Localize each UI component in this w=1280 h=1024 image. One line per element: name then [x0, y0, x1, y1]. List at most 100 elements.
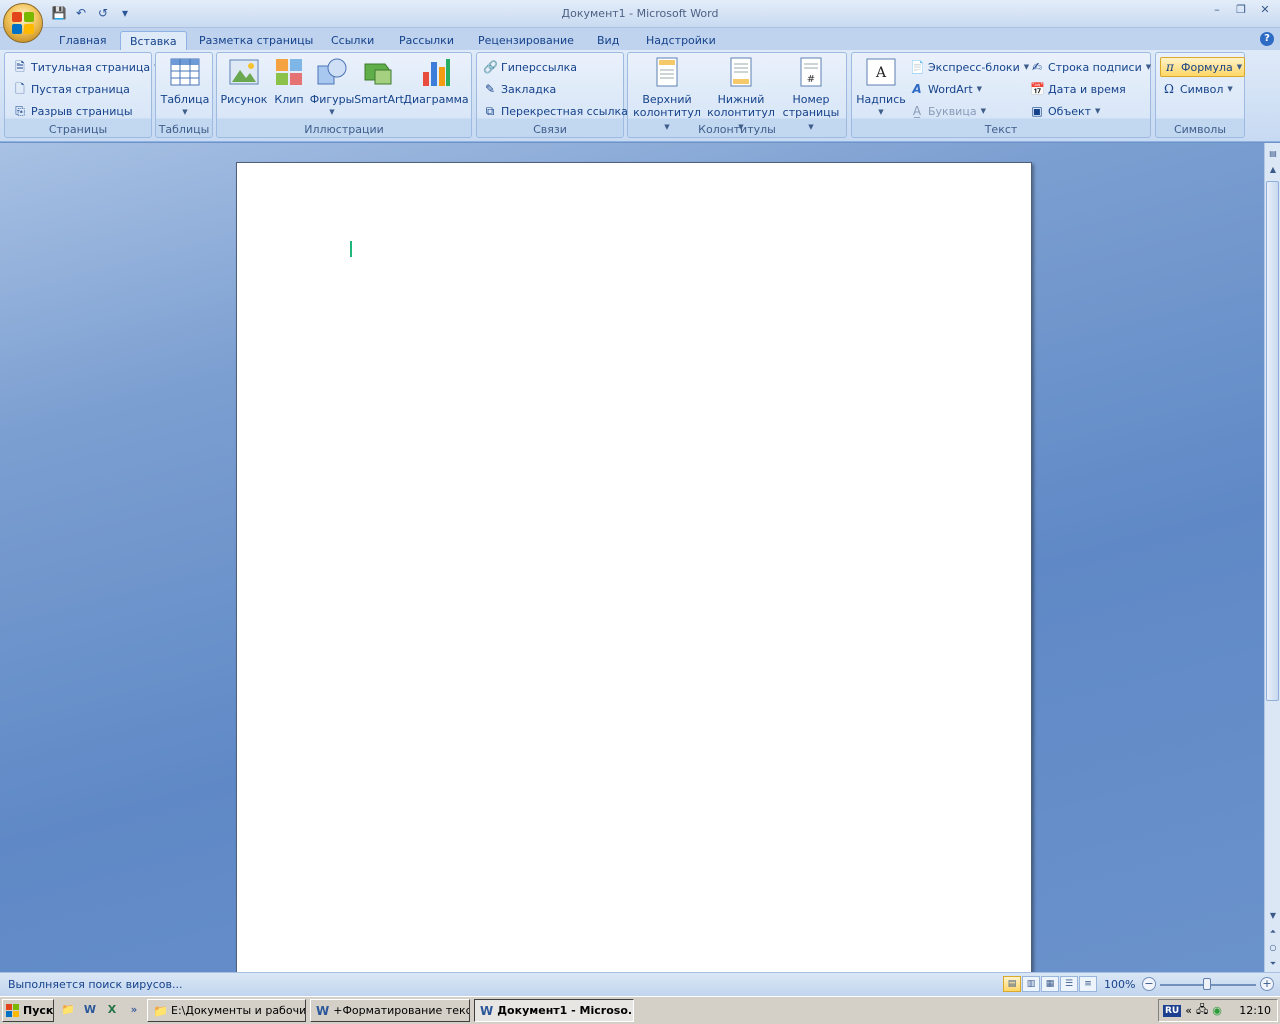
minimize-button[interactable]: – — [1206, 2, 1228, 18]
clock[interactable]: 12:10 — [1239, 1004, 1277, 1017]
word-icon[interactable]: W — [82, 1002, 98, 1018]
page-break-button[interactable]: ⎘ Разрыв страницы — [13, 101, 132, 121]
blank-page-button[interactable]: 🗋 Пустая страница — [13, 79, 130, 99]
vertical-scrollbar[interactable]: ▤ ▲ ▼ ⏶ ○ ⏷ — [1264, 143, 1280, 972]
clip-art-icon — [276, 59, 302, 85]
dropdown-arrow-icon: ▼ — [976, 85, 983, 93]
bookmark-button[interactable]: ✎ Закладка — [483, 79, 556, 99]
zoom-slider-thumb[interactable] — [1203, 978, 1211, 990]
clip-art-button[interactable]: Клип — [271, 56, 307, 106]
tab-page-layout[interactable]: Разметка страницы — [190, 31, 322, 50]
picture-button[interactable]: Рисунок — [221, 56, 267, 106]
cross-reference-button[interactable]: ⧉ Перекрестная ссылка — [483, 101, 628, 121]
footer-label-line2: колонтитул — [707, 106, 775, 119]
outline-view-icon[interactable]: ☰ — [1060, 976, 1078, 992]
tab-review[interactable]: Рецензирование — [469, 31, 583, 50]
excel-icon[interactable]: X — [104, 1002, 120, 1018]
chart-label: Диаграмма — [403, 93, 469, 106]
window-title: Документ1 - Microsoft Word — [561, 7, 719, 20]
smartart-button[interactable]: SmartArt — [354, 56, 404, 106]
page-break-icon: ⎘ — [15, 104, 25, 118]
taskbar-item-explorer[interactable]: 📁 E:\Документы и рабочи... — [147, 999, 306, 1022]
taskbar-item-word-document1[interactable]: W Документ1 - Microso... — [474, 999, 634, 1022]
chevron-right-icon[interactable]: » — [126, 1002, 142, 1018]
tab-references[interactable]: Ссылки — [322, 31, 383, 50]
scroll-thumb[interactable] — [1266, 181, 1279, 701]
hyperlink-icon: 🔗 — [483, 60, 498, 74]
smartart-icon — [364, 63, 392, 85]
quick-parts-button[interactable]: 📄 Экспресс-блоки ▼ — [910, 57, 1029, 77]
table-button[interactable]: Таблица ▼ — [160, 56, 210, 119]
shapes-button[interactable]: Фигуры ▼ — [310, 56, 354, 119]
group-label-symbols: Символы — [1173, 123, 1227, 136]
textbox-button[interactable]: A Надпись ▼ — [856, 56, 906, 119]
omega-icon: Ω — [1164, 82, 1174, 96]
zoom-level[interactable]: 100% — [1104, 978, 1135, 991]
next-page-icon[interactable]: ⏷ — [1266, 957, 1280, 971]
close-button[interactable]: ✕ — [1254, 2, 1276, 18]
web-layout-view-icon[interactable]: ▦ — [1041, 976, 1059, 992]
full-screen-reading-view-icon[interactable]: ▥ — [1022, 976, 1040, 992]
drop-cap-button[interactable]: A̲ Буквица ▼ — [910, 101, 986, 121]
tab-view[interactable]: Вид — [588, 31, 628, 50]
smartart-label: SmartArt — [354, 93, 404, 106]
browse-object-icon[interactable]: ○ — [1266, 941, 1280, 955]
object-label: Объект — [1048, 104, 1092, 118]
chart-icon — [423, 59, 450, 86]
folder-icon: 📁 — [153, 1003, 168, 1018]
zoom-in-icon[interactable]: + — [1260, 977, 1274, 991]
tab-mailings[interactable]: Рассылки — [390, 31, 463, 50]
page-number-label-line2: страницы — [782, 106, 840, 119]
windows-logo-icon — [6, 1003, 20, 1018]
previous-page-icon[interactable]: ⏶ — [1266, 925, 1280, 939]
taskbar-item-word-formatting[interactable]: W +Форматирование текс... — [310, 999, 470, 1022]
ruler-toggle-icon[interactable]: ▤ — [1266, 147, 1280, 161]
status-message: Выполняется поиск вирусов... — [8, 978, 183, 991]
help-icon[interactable]: ? — [1260, 32, 1274, 46]
quick-parts-icon: 📄 — [910, 60, 925, 74]
date-time-button[interactable]: 📅 Дата и время — [1030, 79, 1126, 99]
folder-icon[interactable]: 📁 — [60, 1002, 76, 1018]
page-number-label-line1: Номер — [792, 93, 830, 106]
wordart-label: WordArt — [928, 82, 973, 96]
group-tables: Таблица ▼ Таблицы — [155, 52, 213, 138]
wordart-button[interactable]: A WordArt ▼ — [910, 79, 982, 99]
footer-label-line1: Нижний — [717, 93, 765, 106]
office-button[interactable] — [3, 3, 43, 43]
equation-button[interactable]: π Формула ▼ — [1160, 57, 1246, 77]
hyperlink-button[interactable]: 🔗 Гиперссылка — [483, 57, 577, 77]
cover-page-button[interactable]: 🗎 Титульная страница ▼ — [13, 57, 159, 77]
scroll-up-icon[interactable]: ▲ — [1266, 163, 1280, 177]
table-label: Таблица — [160, 93, 210, 106]
quick-launch: 📁 W X » — [60, 1002, 142, 1018]
network-icon[interactable]: 🖧 — [1196, 1001, 1208, 1020]
zoom-out-icon[interactable]: − — [1142, 977, 1156, 991]
object-button[interactable]: ▣ Объект ▼ — [1030, 101, 1100, 121]
taskbar-item-label: Документ1 - Microso... — [497, 1004, 634, 1017]
chart-button[interactable]: Диаграмма — [403, 56, 469, 106]
taskbar-item-label: E:\Документы и рабочи... — [171, 1004, 306, 1017]
dropdown-arrow-icon: ▼ — [1236, 63, 1243, 71]
table-icon — [170, 58, 200, 86]
document-page[interactable] — [236, 162, 1032, 972]
restore-button[interactable]: ❐ — [1230, 2, 1252, 18]
signature-line-button[interactable]: ✍ Строка подписи ▼ — [1030, 57, 1151, 77]
tab-addins[interactable]: Надстройки — [637, 31, 725, 50]
signature-line-icon: ✍ — [1031, 60, 1043, 74]
chevron-left-icon[interactable]: « — [1185, 1004, 1192, 1017]
cross-reference-icon: ⧉ — [485, 104, 495, 118]
taskbar-item-label: +Форматирование текс... — [333, 1004, 470, 1017]
dropdown-arrow-icon: ▼ — [329, 108, 335, 116]
dropdown-arrow-icon: ▼ — [980, 107, 986, 115]
textbox-label: Надпись — [856, 93, 906, 106]
calendar-icon: 📅 — [1030, 82, 1045, 96]
tab-insert[interactable]: Вставка — [120, 31, 187, 50]
language-indicator[interactable]: RU — [1163, 1004, 1182, 1017]
draft-view-icon[interactable]: ≡ — [1079, 976, 1097, 992]
antivirus-icon[interactable]: ◉ — [1212, 1004, 1222, 1017]
scroll-down-icon[interactable]: ▼ — [1266, 909, 1280, 923]
tab-home[interactable]: Главная — [50, 31, 116, 50]
symbol-button[interactable]: Ω Символ ▼ — [1162, 79, 1233, 99]
start-button[interactable]: Пуск — [2, 999, 54, 1022]
print-layout-view-icon[interactable]: ▤ — [1003, 976, 1021, 992]
